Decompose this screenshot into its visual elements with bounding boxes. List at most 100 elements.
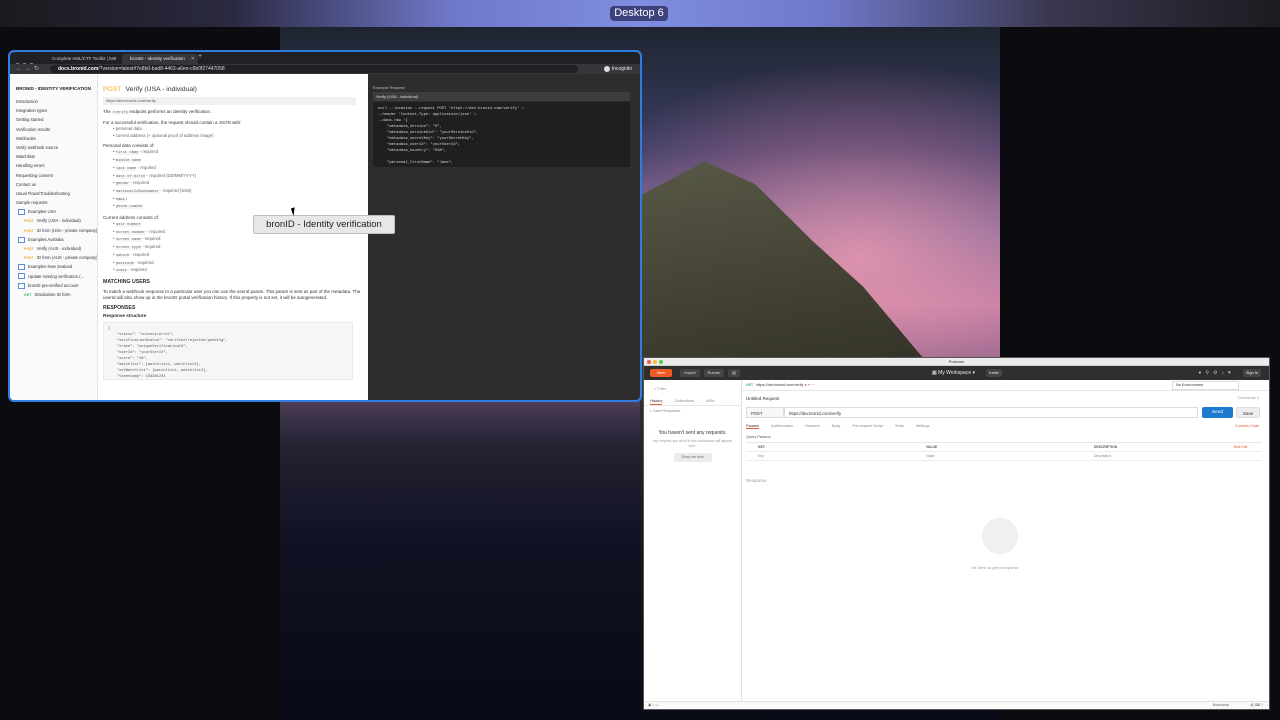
tab-collections[interactable]: Collections bbox=[674, 397, 694, 405]
browser-tab-bronid[interactable]: bronID - Identity verification ✕ bbox=[122, 54, 198, 64]
sidebar-nav-item[interactable]: Watchlists bbox=[10, 152, 97, 161]
incognito-icon bbox=[603, 65, 610, 72]
back-icon[interactable]: ← bbox=[16, 66, 25, 72]
request-method: POST bbox=[24, 219, 34, 224]
method-select[interactable]: POST bbox=[746, 407, 784, 418]
sidebar-nav-item[interactable]: Integration types bbox=[10, 106, 97, 115]
request-sub-tab[interactable]: Tests bbox=[895, 424, 904, 428]
runner-button[interactable]: Runner bbox=[704, 369, 724, 377]
new-tab-icon[interactable]: + bbox=[198, 53, 202, 60]
environment-select[interactable]: No Environment bbox=[1172, 381, 1239, 390]
incognito-indicator[interactable]: Incognito bbox=[603, 65, 632, 73]
request-tab-label: https://dev.bronid.com/verify bbox=[756, 383, 804, 387]
docs-main: POST Verify (USA - individual) https://de… bbox=[103, 74, 372, 400]
field-name: postcode bbox=[115, 261, 134, 266]
sidebar-request[interactable]: POST ID form (AUS - private company) bbox=[10, 253, 97, 262]
page-content: BRONID - IDENTITY VERIFICATION Introduct… bbox=[10, 74, 640, 400]
sidebar-request[interactable]: POST Verify (USA - individual) bbox=[10, 216, 97, 225]
sidebar-nav-item[interactable]: Contact us bbox=[10, 180, 97, 189]
title-text: Verify (USA - individual) bbox=[125, 86, 197, 93]
request-label: ID form (AUS - private company) bbox=[36, 255, 97, 261]
settings-icon[interactable]: ⚙ bbox=[1213, 370, 1221, 376]
request-url-input[interactable]: https://dev.bronid.com/verify bbox=[784, 407, 1198, 418]
workspace-selector[interactable]: ▦ My Workspace ▾ bbox=[932, 369, 975, 377]
sidebar-nav-item[interactable]: Sample requests bbox=[10, 198, 97, 207]
filter-input[interactable]: ⌕ Filter bbox=[648, 385, 737, 392]
cookies-code-links[interactable]: Cookies Code bbox=[1235, 424, 1259, 428]
sidebar-folder[interactable]: bronID pre-verified account bbox=[10, 281, 97, 290]
nav-buttons: ←→↻ bbox=[16, 65, 42, 72]
sidebar-nav-item[interactable]: Handling errors bbox=[10, 161, 97, 170]
request-sub-tab[interactable]: Settings bbox=[916, 424, 930, 428]
value-input[interactable]: Value bbox=[926, 452, 934, 460]
request-method: POST bbox=[24, 256, 34, 261]
request-sub-tab[interactable]: Body bbox=[832, 424, 841, 428]
tab-apis[interactable]: APIs bbox=[706, 397, 714, 405]
postman-window-title: Postman bbox=[948, 359, 965, 364]
send-button[interactable]: Send bbox=[1202, 407, 1233, 418]
responses-heading: RESPONSES bbox=[103, 304, 136, 311]
close-tab-icon[interactable]: ✕ bbox=[113, 54, 117, 64]
sidebar-nav-item[interactable]: Requesting consent bbox=[10, 171, 97, 180]
new-window-icon[interactable]: ▤ bbox=[728, 369, 740, 377]
rocket-illustration-icon bbox=[982, 518, 1018, 554]
sidebar-request[interactable]: POST Verify (AUS - individual) bbox=[10, 244, 97, 253]
satellite-icon[interactable]: ⚲ bbox=[1205, 370, 1213, 376]
header-icons: ●⚲⚙♪♥ bbox=[1198, 369, 1235, 377]
zoom-window-icon[interactable] bbox=[659, 360, 663, 364]
sidebar-folder[interactable]: Update missing verification (... bbox=[10, 272, 97, 281]
folder-label: Examples USA bbox=[28, 209, 57, 215]
close-tab-icon[interactable]: ✕ bbox=[191, 54, 195, 64]
invite-button[interactable]: Invite bbox=[986, 369, 1002, 377]
more-tabs-icon[interactable]: ··· bbox=[811, 383, 815, 387]
field-name: street type bbox=[115, 246, 141, 251]
key-input[interactable]: Key bbox=[758, 452, 764, 460]
close-window-icon[interactable] bbox=[647, 360, 651, 364]
save-button[interactable]: Save bbox=[1236, 407, 1260, 418]
bootcamp-link[interactable]: Bootcamp bbox=[1213, 702, 1229, 709]
comments-link[interactable]: Comments 0 bbox=[1237, 396, 1259, 400]
bulk-edit-link[interactable]: Bulk Edit bbox=[1234, 443, 1247, 451]
sidebar-nav-item[interactable]: Verify webhook source bbox=[10, 143, 97, 152]
sidebar-request[interactable]: POST ID form (USA - private company) bbox=[10, 226, 97, 235]
console-icon[interactable]: ▭ bbox=[655, 703, 658, 707]
postman-window[interactable]: Postman New Import Runner ▤ ▦ My Workspa… bbox=[643, 357, 1270, 710]
reload-icon[interactable]: ↻ bbox=[34, 66, 42, 72]
params-table-header: KEY VALUE DESCRIPTION Bulk Edit bbox=[746, 443, 1262, 452]
request-sub-tab[interactable]: Headers bbox=[805, 424, 819, 428]
list-item: • first name - required bbox=[113, 149, 368, 157]
sidebar-nav-item[interactable]: Getting started bbox=[10, 115, 97, 124]
forward-icon[interactable]: → bbox=[25, 66, 34, 72]
description-input[interactable]: Description bbox=[1094, 452, 1111, 460]
sidebar-nav-item[interactable]: Introduction bbox=[10, 97, 97, 106]
help-icon[interactable]: ? bbox=[1261, 703, 1263, 707]
sidebar-folder[interactable]: Examples New Zealand bbox=[10, 262, 97, 271]
request-tab[interactable]: GET https://dev.bronid.com/verify ● + ··· bbox=[746, 382, 815, 389]
request-sub-tab[interactable]: Params bbox=[746, 424, 760, 429]
browser-tab-bar: Complete AML/CTF Toolkit | bro ✕ bronID -… bbox=[10, 52, 640, 68]
add-tab-icon[interactable]: + bbox=[808, 383, 810, 387]
folder-label: bronID pre-verified account bbox=[28, 282, 79, 288]
sidebar-folder[interactable]: Examples USA bbox=[10, 207, 97, 216]
sidebar-nav-item[interactable]: Webhooks bbox=[10, 134, 97, 143]
example-tab[interactable]: Verify (USA - individual) bbox=[373, 92, 630, 101]
sidebar-request[interactable]: GET Standalone ID form bbox=[10, 290, 97, 299]
show-me-how-button[interactable]: Show me how bbox=[673, 453, 712, 462]
sidebar-nav-item[interactable]: Usual Flows/Troubleshooting bbox=[10, 189, 97, 198]
url-field[interactable]: docs.bronid.com/?version=latest#7e8b0-ba… bbox=[50, 65, 578, 73]
tab-history[interactable]: History bbox=[650, 397, 663, 405]
field-name: suburb bbox=[115, 253, 130, 258]
new-button[interactable]: New bbox=[650, 369, 672, 377]
desktop-label[interactable]: Desktop 6 bbox=[610, 6, 668, 21]
save-responses-toggle[interactable]: ◐ Save Responses bbox=[644, 406, 741, 416]
import-button[interactable]: Import bbox=[680, 369, 700, 377]
minimize-window-icon[interactable] bbox=[653, 360, 657, 364]
heart-icon[interactable]: ♥ bbox=[1228, 370, 1235, 376]
empty-history-title: You haven't sent any requests. bbox=[658, 430, 727, 436]
sidebar-nav-item[interactable]: Verification results bbox=[10, 125, 97, 134]
sidebar-folder[interactable]: Examples Australia bbox=[10, 235, 97, 244]
browser-tab-toolkit[interactable]: Complete AML/CTF Toolkit | bro ✕ bbox=[44, 54, 120, 64]
sign-in-button[interactable]: Sign In bbox=[1243, 369, 1261, 377]
request-sub-tab[interactable]: Pre-request Script bbox=[852, 424, 883, 428]
request-sub-tab[interactable]: Authorization bbox=[771, 424, 793, 428]
